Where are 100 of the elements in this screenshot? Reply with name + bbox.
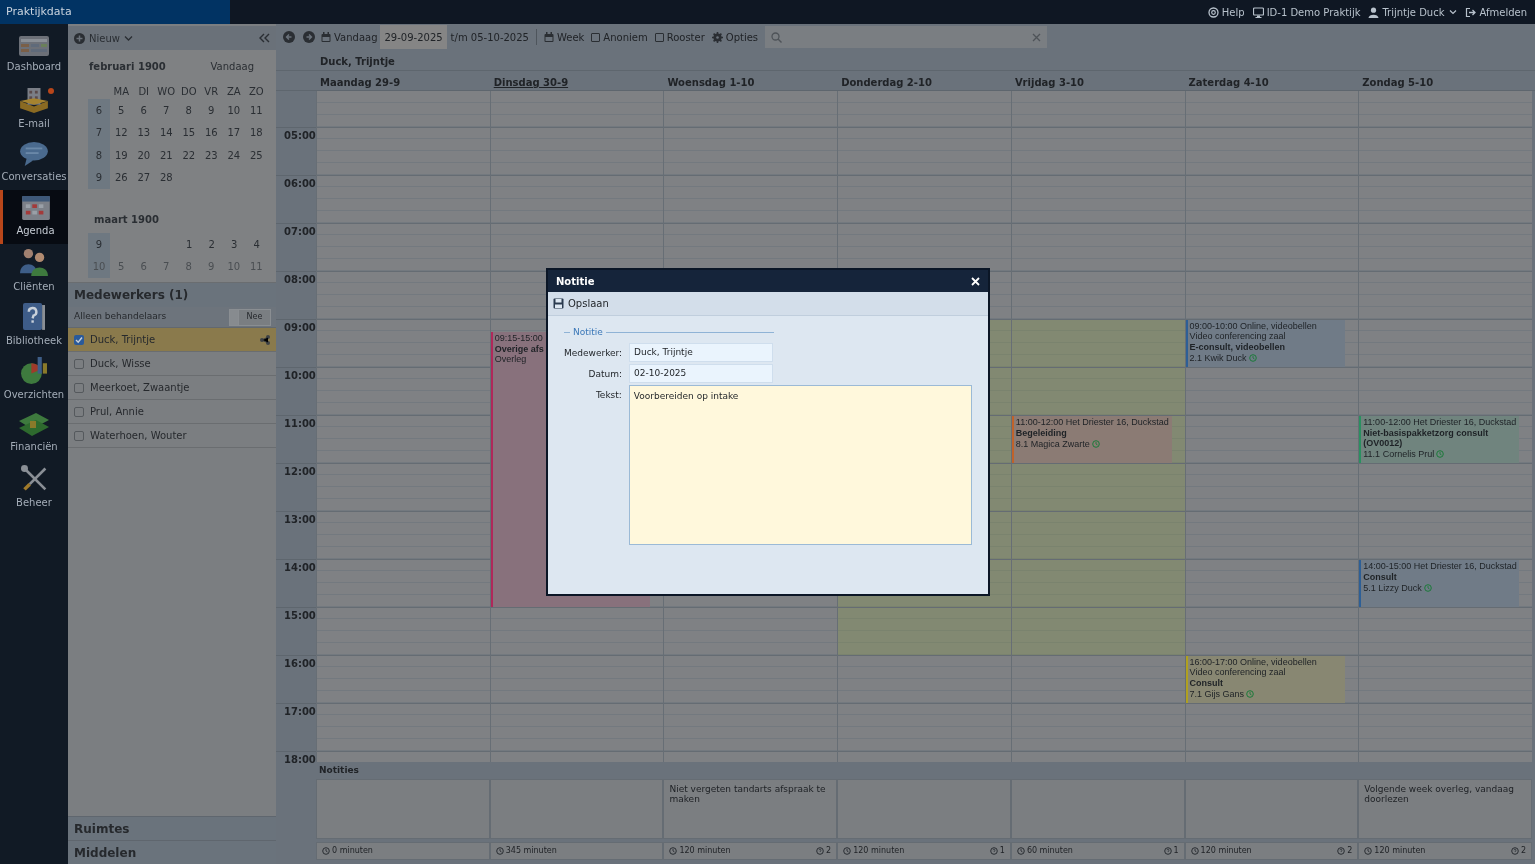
nav-item[interactable]: Conversaties xyxy=(0,136,68,190)
week-number[interactable]: 8 xyxy=(88,144,110,167)
top-link[interactable]: Help xyxy=(1207,4,1245,20)
view-button[interactable]: Week xyxy=(543,29,585,45)
time-label: 14:00 xyxy=(284,562,316,573)
calendar-day[interactable]: 15 xyxy=(177,125,200,141)
appointment-card[interactable]: 16:00-17:00 Online, videobellen Video conferencing zaal Consult 7.1 Gijs Gans xyxy=(1185,656,1346,703)
chevron-down-icon xyxy=(1449,9,1458,15)
section-title[interactable]: Middelen xyxy=(68,840,276,864)
search-field[interactable] xyxy=(765,26,1048,48)
appointment-card[interactable]: 11:00-12:00 Het Driester 16, Duckstad Niet-basispakketzorg consult (OV0012) 11.1 Cornelis Prul xyxy=(1359,416,1519,463)
calendar-day[interactable]: 27 xyxy=(132,170,155,186)
calendar-day[interactable]: 21 xyxy=(155,147,178,163)
date-field[interactable]: 29-09-2025 xyxy=(380,25,447,49)
options-button[interactable]: Opties xyxy=(711,29,759,45)
appointment-card[interactable]: 14:00-15:00 Het Driester 16, Duckstad Consult 5.1 Lizzy Duck xyxy=(1359,560,1519,607)
nav-item[interactable]: Dashboard xyxy=(0,28,68,82)
notes-title: Notities xyxy=(319,763,359,777)
calendar-day[interactable]: 3 xyxy=(223,236,246,252)
calendar-day[interactable]: 14 xyxy=(155,125,178,141)
week-number[interactable]: 9 xyxy=(88,233,110,256)
calendar-day[interactable]: 12 xyxy=(110,125,133,141)
calendar-day[interactable]: 18 xyxy=(245,125,268,141)
checkbox[interactable] xyxy=(74,430,84,441)
nav-item[interactable]: Agenda xyxy=(0,190,68,244)
today-link[interactable]: Vandaag xyxy=(210,58,254,74)
calendar-day[interactable]: 11 xyxy=(245,102,268,118)
nav-item[interactable]: Overzichten xyxy=(0,352,68,406)
collapse-icon[interactable] xyxy=(259,33,270,43)
checkbox-option[interactable]: Anoniem xyxy=(591,29,648,45)
checkbox[interactable] xyxy=(74,358,84,369)
user-menu[interactable]: Trijntje Duck xyxy=(1368,4,1458,20)
week-number[interactable]: 9 xyxy=(88,166,110,189)
calendar-day[interactable]: 7 xyxy=(155,102,178,118)
note-cell[interactable]: Niet vergeten tandarts afspraak te maken xyxy=(663,779,838,839)
nav-item[interactable]: Bibliotheek xyxy=(0,298,68,352)
clock-icon xyxy=(1364,847,1373,855)
day-header[interactable]: Zondag 5-10 xyxy=(1362,76,1434,88)
nav-item[interactable]: Cliënten xyxy=(0,244,68,298)
question-icon xyxy=(816,847,825,855)
calendar-day[interactable]: 16 xyxy=(200,125,223,141)
close-icon[interactable] xyxy=(971,276,980,286)
calendar-day[interactable]: 23 xyxy=(200,147,223,163)
checkbox[interactable] xyxy=(74,382,84,393)
top-link[interactable]: ID-1 Demo Praktijk xyxy=(1252,4,1361,20)
weekday-label: WO xyxy=(156,84,177,99)
new-button[interactable]: Nieuw xyxy=(74,30,133,46)
clear-icon[interactable] xyxy=(1032,32,1042,42)
calendar-day[interactable]: 2 xyxy=(200,236,223,252)
previous-button[interactable] xyxy=(283,31,295,43)
checkbox[interactable] xyxy=(74,406,84,417)
calendar-day[interactable]: 24 xyxy=(222,147,245,163)
calendar-day[interactable]: 8 xyxy=(177,102,200,118)
nav-item[interactable]: E-mail xyxy=(0,82,68,136)
day-header[interactable]: Maandag 29-9 xyxy=(320,76,401,88)
toggle-switch[interactable]: Nee xyxy=(229,308,271,326)
staff-row[interactable]: Duck, Trijntje xyxy=(68,328,276,352)
input-field[interactable]: 02-10-2025 xyxy=(629,363,773,383)
text-area[interactable]: Voorbereiden op intake xyxy=(628,384,972,545)
calendar-day[interactable]: 26 xyxy=(110,170,133,186)
checkbox[interactable] xyxy=(591,32,601,42)
next-button[interactable] xyxy=(303,31,315,43)
appointment-card[interactable]: 11:00-12:00 Het Driester 16, Duckstad Begeleiding 8.1 Magica Zwarte xyxy=(1011,416,1172,463)
clock-icon xyxy=(669,847,678,855)
clock-icon xyxy=(1246,690,1255,698)
calendar-day[interactable]: 10 xyxy=(222,102,245,118)
appointment-card[interactable]: 09:00-10:00 Online, videobellen Video conferencing zaal E-consult, videobellen 2.1 Kwik Duck xyxy=(1185,320,1346,367)
calendar-icon xyxy=(321,32,331,42)
calendar-day[interactable]: 1 xyxy=(178,236,201,252)
calendar-day[interactable]: 6 xyxy=(132,102,155,118)
calendar-day[interactable]: 5 xyxy=(110,102,133,118)
top-link[interactable]: Afmelden xyxy=(1465,4,1527,20)
day-header[interactable]: Vrijdag 3-10 xyxy=(1014,76,1084,88)
calendar-day[interactable]: 17 xyxy=(222,125,245,141)
nav-item[interactable]: Beheer xyxy=(0,460,68,514)
day-header[interactable]: Dinsdag 30-9 xyxy=(493,76,569,88)
save-button[interactable]: Opslaan xyxy=(553,296,609,311)
day-header[interactable]: Woensdag 1-10 xyxy=(667,76,755,88)
calendar-day[interactable]: 22 xyxy=(177,147,200,163)
today-button[interactable]: Vandaag xyxy=(321,29,378,45)
day-header[interactable]: Zaterdag 4-10 xyxy=(1188,76,1269,88)
calendar-day[interactable]: 9 xyxy=(200,102,223,118)
calendar-day[interactable]: 25 xyxy=(245,147,268,163)
calendar-day[interactable]: 19 xyxy=(110,147,133,163)
input-field[interactable]: Duck, Trijntje xyxy=(629,342,773,362)
checkbox[interactable] xyxy=(654,32,664,42)
nav-item[interactable]: Financiën xyxy=(0,406,68,460)
calendar-day[interactable]: 28 xyxy=(155,170,178,186)
section-title[interactable]: Ruimtes xyxy=(68,816,276,840)
week-number[interactable]: 6 xyxy=(88,99,110,122)
share-icon[interactable] xyxy=(260,334,270,345)
calendar-day[interactable]: 4 xyxy=(245,236,268,252)
calendar-day[interactable]: 20 xyxy=(132,147,155,163)
note-cell[interactable]: Volgende week overleg, vandaag doorlezen xyxy=(1358,779,1533,839)
checkbox[interactable] xyxy=(74,334,84,345)
week-number[interactable]: 7 xyxy=(88,121,110,144)
calendar-icon xyxy=(543,32,554,42)
day-header[interactable]: Donderdag 2-10 xyxy=(841,76,932,88)
checkbox-option[interactable]: Rooster xyxy=(654,29,705,45)
calendar-day[interactable]: 13 xyxy=(132,125,155,141)
